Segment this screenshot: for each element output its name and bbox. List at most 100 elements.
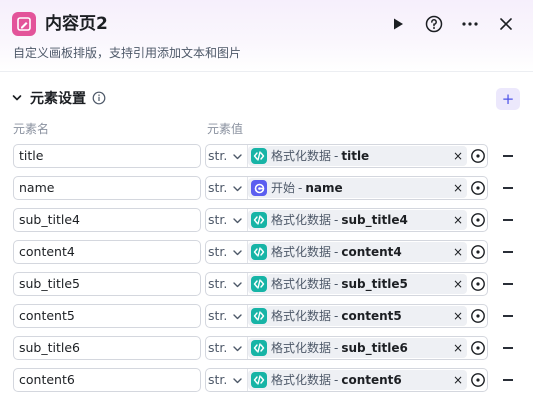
node-description: 自定义画板排版，支持引用添加文本和图片 [13,46,242,60]
variable-picker-icon[interactable] [470,212,486,228]
variable-reference-tag[interactable]: 格式化数据 - content5 × [248,306,467,326]
chevron-down-icon [233,250,242,256]
clear-reference-button[interactable]: × [453,242,463,262]
element-name-input[interactable]: sub_title4 [13,208,201,232]
type-select[interactable]: str. [206,209,248,231]
variable-picker-icon[interactable] [470,244,486,260]
variable-reference-tag[interactable]: 格式化数据 - sub_title5 × [248,274,467,294]
type-select-value: str. [208,340,228,355]
chevron-down-icon [233,346,242,352]
clear-reference-button[interactable]: × [453,306,463,326]
element-value-field[interactable]: str. 开始 - name × [205,176,488,200]
remove-element-button[interactable] [503,155,513,157]
element-name-input[interactable]: content6 [13,368,201,392]
element-value-field[interactable]: str. 格式化数据 - title × [205,144,488,168]
type-select[interactable]: str. [206,241,248,263]
type-select[interactable]: str. [206,369,248,391]
more-dots-icon [462,22,478,26]
type-select-value: str. [208,212,228,227]
reference-variable: content5 [341,309,402,323]
node-title[interactable]: 内容页2 [45,12,108,36]
type-select[interactable]: str. [206,337,248,359]
clear-reference-button[interactable]: × [453,210,463,230]
element-value-field[interactable]: str. 格式化数据 - content5 × [205,304,488,328]
element-name-input[interactable]: sub_title5 [13,272,201,296]
variable-reference-tag[interactable]: 格式化数据 - sub_title6 × [248,338,467,358]
reference-source: 格式化数据 - content4 [271,245,402,259]
code-node-icon [251,308,267,324]
remove-element-button[interactable] [503,315,513,317]
type-select-value: str. [208,372,228,387]
remove-element-button[interactable] [503,283,513,285]
remove-element-button[interactable] [503,187,513,189]
column-header-name: 元素名 [13,122,50,136]
element-value-field[interactable]: str. 格式化数据 - sub_title5 × [205,272,488,296]
type-select[interactable]: str. [206,305,248,327]
type-select[interactable]: str. [206,273,248,295]
code-node-icon [251,340,267,356]
element-name-input[interactable]: content4 [13,240,201,264]
chevron-down-icon [233,154,242,160]
element-name-input[interactable]: name [13,176,201,200]
close-icon [500,18,512,30]
chevron-down-icon [233,186,242,192]
element-row: title str. 格式化数据 - title × [0,144,533,168]
reference-source: 开始 - name [271,181,343,195]
remove-element-button[interactable] [503,219,513,221]
clear-reference-button[interactable]: × [453,370,463,390]
reference-variable: title [341,149,370,163]
reference-source: 格式化数据 - content6 [271,373,402,387]
variable-picker-icon[interactable] [470,276,486,292]
variable-picker-icon[interactable] [470,372,486,388]
variable-picker-icon[interactable] [470,340,486,356]
variable-reference-tag[interactable]: 格式化数据 - content6 × [248,370,467,390]
element-row: content5 str. 格式化数据 - content5 × [0,304,533,328]
chevron-down-icon[interactable] [12,93,22,103]
clear-reference-button[interactable]: × [453,274,463,294]
element-name-input[interactable]: sub_title6 [13,336,201,360]
variable-reference-tag[interactable]: 格式化数据 - sub_title4 × [248,210,467,230]
element-row: sub_title5 str. 格式化数据 - sub_title5 × [0,272,533,296]
clear-reference-button[interactable]: × [453,338,463,358]
element-name-input[interactable]: title [13,144,201,168]
variable-picker-icon[interactable] [470,148,486,164]
chevron-down-icon [233,314,242,320]
type-select[interactable]: str. [206,177,248,199]
remove-element-button[interactable] [503,251,513,253]
element-value-field[interactable]: str. 格式化数据 - content4 × [205,240,488,264]
reference-variable: name [305,181,343,195]
reference-variable: sub_title6 [341,341,408,355]
variable-reference-tag[interactable]: 格式化数据 - title × [248,146,467,166]
clear-reference-button[interactable]: × [453,178,463,198]
variable-reference-tag[interactable]: 格式化数据 - content4 × [248,242,467,262]
clear-reference-button[interactable]: × [453,146,463,166]
type-select-value: str. [208,148,228,163]
more-button[interactable] [457,11,483,37]
reference-source: 格式化数据 - content5 [271,309,402,323]
variable-reference-tag[interactable]: 开始 - name × [248,178,467,198]
element-name-input[interactable]: content5 [13,304,201,328]
run-button[interactable] [385,11,411,37]
add-element-button[interactable]: + [496,88,520,110]
code-node-icon [251,372,267,388]
reference-source: 格式化数据 - sub_title6 [271,341,408,355]
variable-picker-icon[interactable] [470,180,486,196]
remove-element-button[interactable] [503,379,513,381]
element-settings-header[interactable]: 元素设置 [12,88,106,108]
start-node-icon [251,180,267,196]
element-value-field[interactable]: str. 格式化数据 - sub_title6 × [205,336,488,360]
info-icon[interactable] [92,91,106,105]
code-node-icon [251,244,267,260]
type-select-value: str. [208,180,228,195]
close-button[interactable] [493,11,519,37]
remove-element-button[interactable] [503,347,513,349]
reference-variable: content4 [341,245,402,259]
element-row: content4 str. 格式化数据 - content4 × [0,240,533,264]
reference-source: 格式化数据 - title [271,149,370,163]
help-button[interactable] [421,11,447,37]
element-value-field[interactable]: str. 格式化数据 - sub_title4 × [205,208,488,232]
type-select[interactable]: str. [206,145,248,167]
element-value-field[interactable]: str. 格式化数据 - content6 × [205,368,488,392]
variable-picker-icon[interactable] [470,308,486,324]
code-node-icon [251,276,267,292]
